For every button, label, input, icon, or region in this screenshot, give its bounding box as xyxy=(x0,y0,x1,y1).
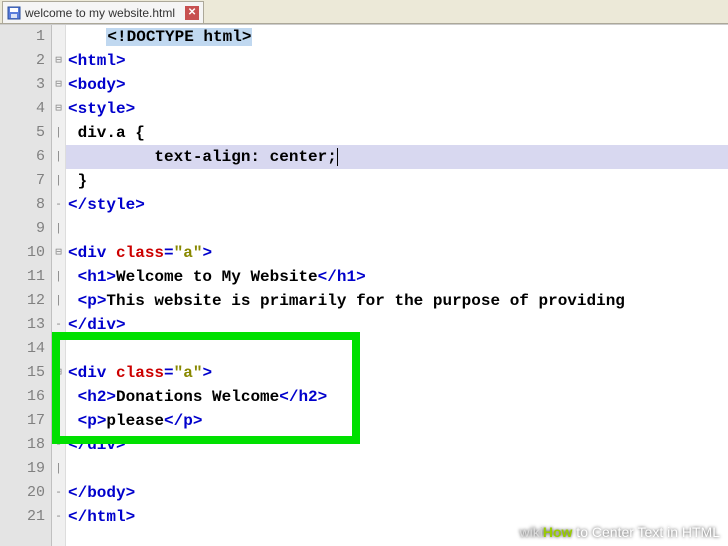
code-line[interactable]: </style> xyxy=(66,193,728,217)
save-icon xyxy=(7,6,21,20)
fold-marker: | xyxy=(52,169,65,193)
line-number: 1 xyxy=(0,25,45,49)
fold-marker[interactable]: ⊟ xyxy=(52,241,65,265)
watermark: wikiHow to Center Text in HTML xyxy=(520,524,720,540)
file-tab[interactable]: welcome to my website.html ✕ xyxy=(2,1,204,23)
fold-marker[interactable]: ⊟ xyxy=(52,49,65,73)
code-line[interactable]: <div class="a"> xyxy=(66,361,728,385)
line-number: 6 xyxy=(0,145,45,169)
code-line[interactable] xyxy=(66,457,728,481)
line-number: 18 xyxy=(0,433,45,457)
line-number: 19 xyxy=(0,457,45,481)
code-line[interactable]: </div> xyxy=(66,433,728,457)
code-line[interactable]: <body> xyxy=(66,73,728,97)
code-line[interactable]: text-align: center; xyxy=(66,145,728,169)
code-line[interactable]: <style> xyxy=(66,97,728,121)
code-line[interactable]: </div> xyxy=(66,313,728,337)
line-number: 12 xyxy=(0,289,45,313)
line-number: 15 xyxy=(0,361,45,385)
line-number: 5 xyxy=(0,121,45,145)
watermark-wiki: wiki xyxy=(520,524,543,540)
line-number: 7 xyxy=(0,169,45,193)
line-number: 16 xyxy=(0,385,45,409)
watermark-how: How xyxy=(543,524,573,540)
code-line[interactable]: <h2>Donations Welcome</h2> xyxy=(66,385,728,409)
code-line[interactable]: <p>please</p> xyxy=(66,409,728,433)
line-number: 21 xyxy=(0,505,45,529)
line-number-gutter: 123456789101112131415161718192021 xyxy=(0,25,52,546)
code-line[interactable]: div.a { xyxy=(66,121,728,145)
fold-marker[interactable]: ⊟ xyxy=(52,361,65,385)
line-number: 11 xyxy=(0,265,45,289)
code-area[interactable]: <!DOCTYPE html><html><body><style> div.a… xyxy=(66,25,728,546)
fold-marker: - xyxy=(52,193,65,217)
line-number: 8 xyxy=(0,193,45,217)
fold-marker xyxy=(52,25,65,49)
fold-marker: | xyxy=(52,145,65,169)
fold-marker: | xyxy=(52,121,65,145)
fold-marker: | xyxy=(52,217,65,241)
fold-marker: | xyxy=(52,337,65,361)
file-tab-label: welcome to my website.html xyxy=(25,6,175,20)
code-line[interactable]: <!DOCTYPE html> xyxy=(66,25,728,49)
fold-marker: - xyxy=(52,481,65,505)
fold-marker: - xyxy=(52,433,65,457)
line-number: 14 xyxy=(0,337,45,361)
fold-marker: | xyxy=(52,289,65,313)
line-number: 2 xyxy=(0,49,45,73)
code-line[interactable] xyxy=(66,337,728,361)
code-line[interactable]: <p>This website is primarily for the pur… xyxy=(66,289,728,313)
code-line[interactable]: <html> xyxy=(66,49,728,73)
fold-marker[interactable]: ⊟ xyxy=(52,73,65,97)
fold-marker[interactable]: ⊟ xyxy=(52,97,65,121)
tab-bar: welcome to my website.html ✕ xyxy=(0,0,728,24)
fold-marker: | xyxy=(52,385,65,409)
line-number: 4 xyxy=(0,97,45,121)
fold-marker: - xyxy=(52,313,65,337)
code-line[interactable]: <h1>Welcome to My Website</h1> xyxy=(66,265,728,289)
close-icon[interactable]: ✕ xyxy=(185,6,199,20)
line-number: 17 xyxy=(0,409,45,433)
line-number: 13 xyxy=(0,313,45,337)
line-number: 3 xyxy=(0,73,45,97)
line-number: 9 xyxy=(0,217,45,241)
line-number: 10 xyxy=(0,241,45,265)
code-line[interactable]: </body> xyxy=(66,481,728,505)
fold-marker: | xyxy=(52,457,65,481)
code-line[interactable] xyxy=(66,217,728,241)
fold-marker: - xyxy=(52,505,65,529)
fold-column: ⊟⊟⊟|||-|⊟||-|⊟||-|-- xyxy=(52,25,66,546)
watermark-rest: to Center Text in HTML xyxy=(572,524,720,540)
editor-panel: 123456789101112131415161718192021 ⊟⊟⊟|||… xyxy=(0,24,728,546)
fold-marker: | xyxy=(52,265,65,289)
line-number: 20 xyxy=(0,481,45,505)
fold-marker: | xyxy=(52,409,65,433)
code-line[interactable]: } xyxy=(66,169,728,193)
code-line[interactable]: <div class="a"> xyxy=(66,241,728,265)
